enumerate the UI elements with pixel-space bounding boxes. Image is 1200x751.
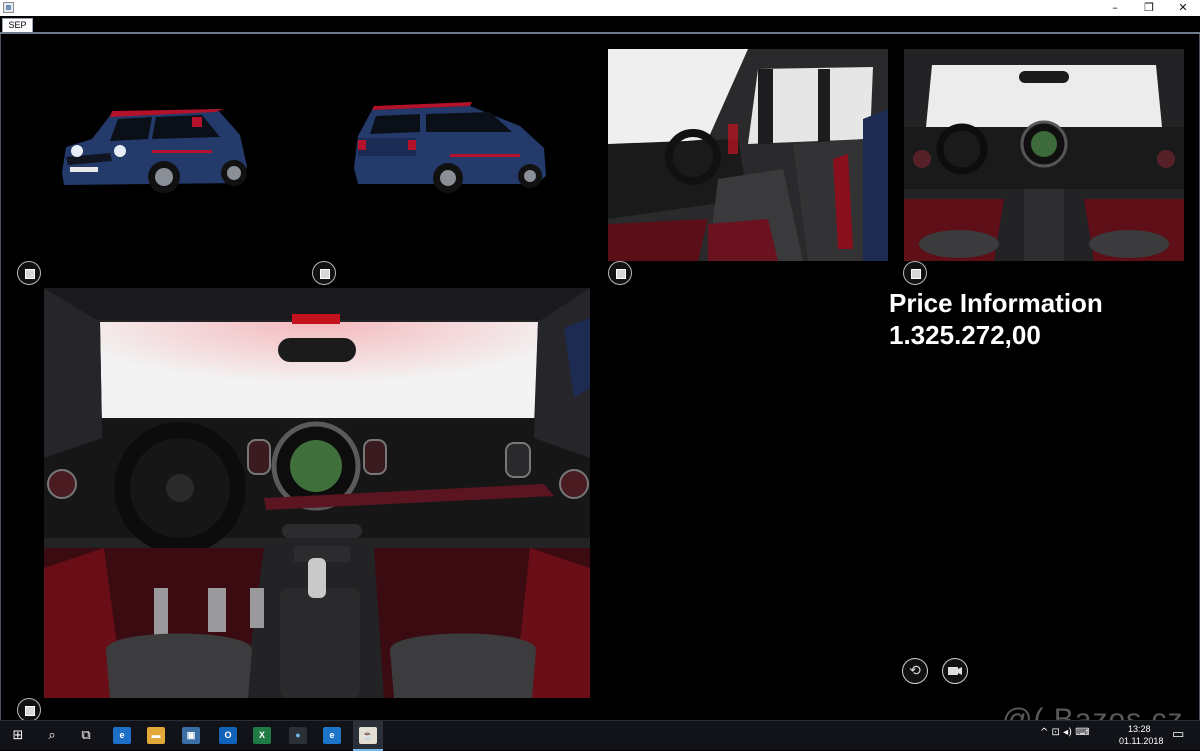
excel-icon[interactable]: X [253, 727, 271, 744]
internet-explorer-icon[interactable]: e [323, 727, 341, 744]
price-value: 1.325.272,00 [889, 320, 1041, 350]
thumb-select-exterior-rear[interactable] [312, 261, 336, 285]
task-view-icon[interactable]: ⧉ [75, 725, 97, 747]
app-icon [3, 2, 14, 13]
video-camera-icon [948, 667, 962, 675]
thumb-select-interior-main[interactable] [17, 698, 41, 722]
close-button[interactable]: ✕ [1166, 0, 1200, 16]
clock-date[interactable]: 01.11.2018 [1119, 736, 1163, 746]
interior-dashboard-photo[interactable] [904, 49, 1184, 261]
video-camera-button[interactable] [942, 658, 968, 684]
interior-side-photo[interactable] [608, 49, 888, 261]
tray-icons[interactable]: ^ ⊡ ◂) ⌨ [1040, 727, 1090, 738]
edge-icon[interactable]: e [113, 727, 131, 744]
app-icon[interactable]: ● [289, 727, 307, 744]
rotate-icon: ⟲ [909, 663, 921, 679]
store-icon[interactable]: ▣ [182, 727, 200, 744]
tab-sep[interactable]: SEP [2, 18, 33, 33]
exterior-rear-photo[interactable] [350, 98, 550, 203]
file-explorer-icon[interactable]: ▬ [147, 727, 165, 744]
thumb-select-interior-side[interactable] [608, 261, 632, 285]
outlook-icon[interactable]: O [219, 727, 237, 744]
search-icon[interactable]: ⌕ [41, 725, 63, 747]
tab-strip: SEP [0, 16, 1200, 33]
maximize-button[interactable]: ❐ [1132, 0, 1166, 16]
start-button[interactable]: ⊞ [7, 725, 29, 747]
price-title: Price Information [889, 288, 1103, 318]
clock-time[interactable]: 13:28 [1128, 724, 1151, 734]
exterior-front-photo[interactable] [52, 95, 252, 205]
thumb-select-exterior-front[interactable] [17, 261, 41, 285]
java-app-icon[interactable]: ☕ [359, 727, 377, 744]
thumb-select-interior-dashboard[interactable] [903, 261, 927, 285]
notification-icon[interactable]: ▭ [1172, 727, 1184, 742]
window-title-bar: – ❐ ✕ [0, 0, 1200, 16]
interior-main-photo[interactable] [44, 288, 590, 698]
taskbar: ⊞ ⌕ ⧉ e ▬ ▣ O X ● e ☕ ^ ⊡ ◂) ⌨ 13:28 01.… [0, 720, 1200, 751]
rotate-view-button[interactable]: ⟲ [902, 658, 928, 684]
minimize-button[interactable]: – [1098, 0, 1132, 16]
